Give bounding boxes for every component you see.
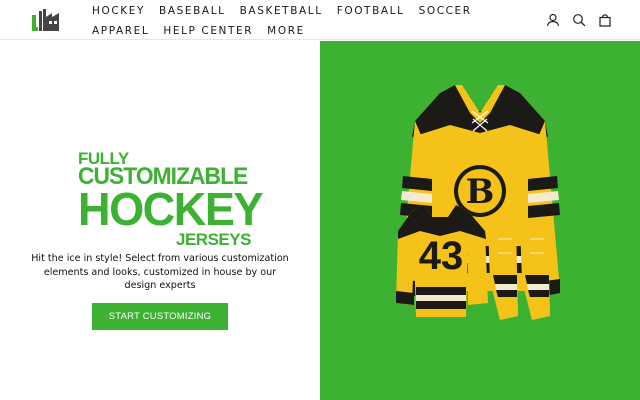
cart-icon[interactable] bbox=[598, 12, 612, 27]
youth-jersey: 43 bbox=[396, 205, 488, 317]
nav-item-more[interactable]: MORE bbox=[267, 23, 305, 39]
nav-item-help-center[interactable]: HELP CENTER bbox=[163, 23, 253, 39]
headline-line-3: HOCKEY bbox=[78, 182, 264, 235]
site-header: HOCKEY BASEBALL BASKETBALL FOOTBALL SOCC… bbox=[0, 0, 640, 40]
nav-item-basketball[interactable]: BASKETBALL bbox=[240, 3, 323, 19]
nav-item-apparel[interactable]: APPAREL bbox=[92, 23, 149, 39]
hero-text-panel: FULLY CUSTOMIZABLE HOCKEY JERSEYS Hit th… bbox=[0, 41, 320, 400]
start-customizing-button[interactable]: START CUSTOMIZING bbox=[92, 303, 228, 330]
hero-image-panel: B 43 bbox=[320, 41, 640, 400]
nav-item-hockey[interactable]: HOCKEY bbox=[92, 3, 145, 19]
nav-item-baseball[interactable]: BASEBALL bbox=[159, 3, 226, 19]
user-icon[interactable] bbox=[546, 12, 560, 27]
hero-description: Hit the ice in style! Select from variou… bbox=[31, 253, 289, 291]
nav-item-football[interactable]: FOOTBALL bbox=[337, 3, 405, 19]
nav-item-soccer[interactable]: SOCCER bbox=[419, 3, 472, 19]
chest-letter: B bbox=[466, 172, 495, 212]
main-nav: HOCKEY BASEBALL BASKETBALL FOOTBALL SOCC… bbox=[92, 3, 522, 39]
hero-headline: FULLY CUSTOMIZABLE HOCKEY JERSEYS bbox=[78, 150, 264, 248]
site-logo-icon[interactable] bbox=[32, 9, 59, 31]
jersey-number: 43 bbox=[419, 234, 464, 278]
search-icon[interactable] bbox=[572, 12, 586, 27]
hockey-jersey-image: B 43 bbox=[396, 85, 560, 320]
header-icons bbox=[546, 12, 612, 27]
